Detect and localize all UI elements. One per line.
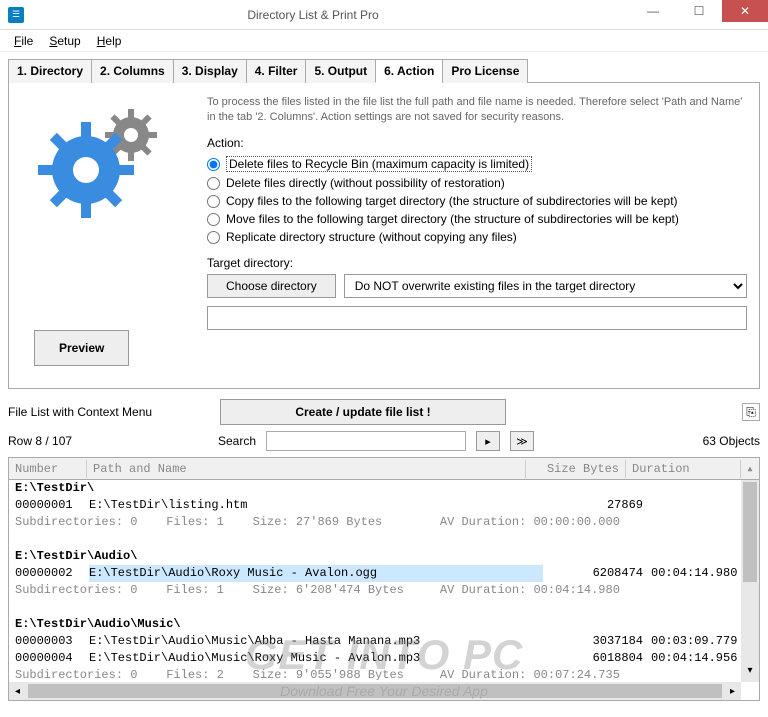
menu-file[interactable]: File [8,32,39,50]
summary-row: Subdirectories: 0 Files: 1 Size: 6'208'4… [9,582,759,599]
action-radio-group: Delete files to Recycle Bin (maximum cap… [207,154,747,246]
gear-icon [21,95,191,225]
search-last-button[interactable]: ≫ [510,431,534,451]
radio-move[interactable]: Move files to the following target direc… [207,210,747,228]
target-label: Target directory: [207,256,747,270]
summary-row: Subdirectories: 0 Files: 2 Size: 9'055'9… [9,667,759,680]
menu-help[interactable]: Help [91,32,128,50]
radio-delete-direct[interactable]: Delete files directly (without possibili… [207,174,747,192]
grid-body[interactable]: E:\TestDir\00000001E:\TestDir\listing.ht… [9,480,759,680]
tab-action[interactable]: 6. Action [375,59,443,83]
tab-prolicense[interactable]: Pro License [442,59,528,83]
context-menu-label: File List with Context Menu [8,405,208,419]
object-count: 63 Objects [703,434,760,448]
search-label: Search [218,434,256,448]
minimize-button[interactable]: — [630,0,676,22]
scrollbar-thumb-h[interactable] [28,684,722,698]
summary-row: Subdirectories: 0 Files: 1 Size: 27'869 … [9,514,759,531]
radio-delete-recycle[interactable]: Delete files to Recycle Bin (maximum cap… [207,154,747,174]
app-icon: ☰ [8,7,24,23]
horizontal-scrollbar[interactable]: ◂ ▸ [9,682,741,700]
grid-header: Number Path and Name Size Bytes Duration… [9,458,759,480]
tab-output[interactable]: 5. Output [305,59,376,83]
search-next-button[interactable]: ▸ [476,431,500,451]
scroll-left-icon[interactable]: ◂ [9,686,26,697]
tab-directory[interactable]: 1. Directory [8,59,92,83]
scrollbar-thumb[interactable] [743,482,757,582]
tab-columns[interactable]: 2. Columns [91,59,174,83]
col-number[interactable]: Number [9,460,87,478]
group-row[interactable]: E:\TestDir\ [9,480,759,497]
col-path[interactable]: Path and Name [87,460,526,478]
info-text: To process the files listed in the file … [207,95,747,126]
group-row[interactable]: E:\TestDir\Audio\ [9,548,759,565]
table-row[interactable]: 00000001E:\TestDir\listing.htm27869 [9,497,759,514]
choose-directory-button[interactable]: Choose directory [207,274,336,298]
window-title: Directory List & Print Pro [36,8,630,22]
radio-copy[interactable]: Copy files to the following target direc… [207,192,747,210]
tab-filter[interactable]: 4. Filter [246,59,307,83]
menu-setup[interactable]: Setup [43,32,86,50]
create-file-list-button[interactable]: Create / update file list ! [220,399,506,425]
scroll-right-icon[interactable]: ▸ [724,686,741,697]
scroll-up-icon[interactable]: ▴ [741,459,759,478]
preview-button[interactable]: Preview [34,330,129,366]
overwrite-select[interactable]: Do NOT overwrite existing files in the t… [344,274,747,298]
col-size[interactable]: Size Bytes [526,460,626,478]
table-row[interactable]: 00000002E:\TestDir\Audio\Roxy Music - Av… [9,565,759,582]
scroll-down-icon[interactable]: ▾ [741,665,759,682]
tabstrip: 1. Directory 2. Columns 3. Display 4. Fi… [8,58,760,83]
search-input[interactable] [266,431,466,451]
tab-display[interactable]: 3. Display [173,59,247,83]
copy-list-icon[interactable]: ⎘ [742,403,760,421]
group-row[interactable]: E:\TestDir\Audio\Music\ [9,616,759,633]
row-count: Row 8 / 107 [8,434,208,448]
file-list-grid: Number Path and Name Size Bytes Duration… [8,457,760,701]
vertical-scrollbar[interactable]: ▾ [741,480,759,682]
table-row[interactable]: 00000003E:\TestDir\Audio\Music\Abba - Ha… [9,633,759,650]
col-duration[interactable]: Duration [626,460,741,478]
action-label: Action: [207,136,747,150]
target-path-input[interactable] [207,306,747,330]
close-button[interactable]: ✕ [722,0,768,22]
radio-replicate[interactable]: Replicate directory structure (without c… [207,228,747,246]
maximize-button[interactable]: ☐ [676,0,722,22]
titlebar: ☰ Directory List & Print Pro — ☐ ✕ [0,0,768,30]
menubar: File Setup Help [0,30,768,52]
table-row[interactable]: 00000004E:\TestDir\Audio\Music\Roxy Musi… [9,650,759,667]
